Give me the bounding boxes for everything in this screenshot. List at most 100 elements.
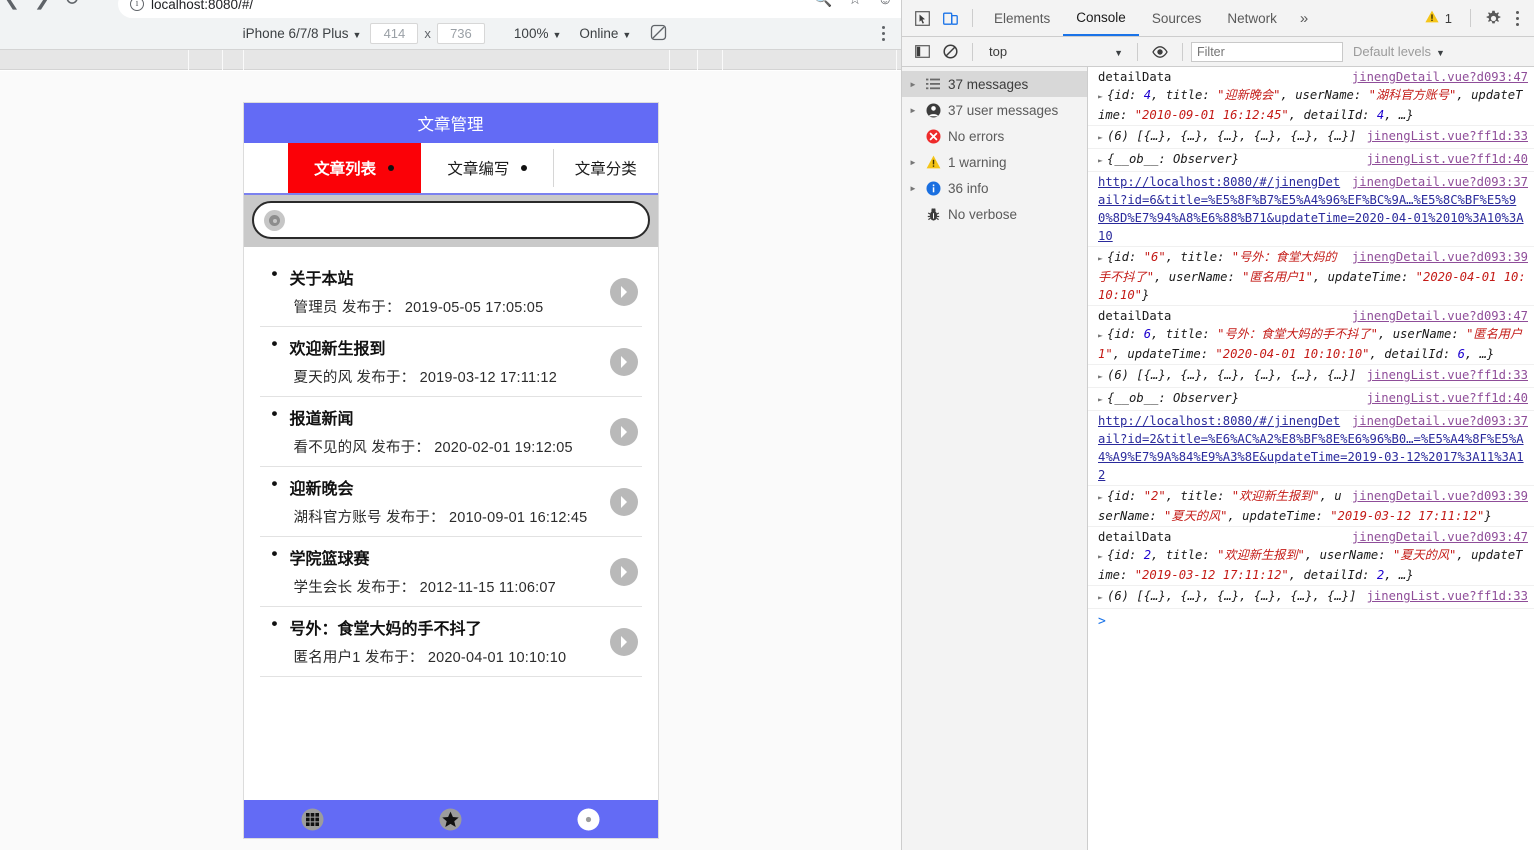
console-filter-input[interactable] [1191, 41, 1343, 62]
log-source-link[interactable]: jinengDetail.vue?d093:47 [1342, 528, 1528, 546]
reload-icon[interactable]: ↻ [64, 0, 80, 9]
console-log-entry[interactable]: jinengList.vue?ff1d:33 ► (6) [{…}, {…}, {… [1088, 126, 1534, 149]
expand-triangle-icon[interactable]: ► [1098, 391, 1107, 409]
expand-triangle-icon[interactable]: ► [1098, 489, 1107, 507]
expand-triangle-icon[interactable]: ► [1098, 152, 1107, 170]
chevron-right-icon[interactable]: ► [908, 106, 918, 115]
sidebar-item-warnings[interactable]: ► 1 warning [902, 149, 1087, 175]
console-log-entry[interactable]: jinengDetail.vue?d093:47 detailData ► {id… [1088, 67, 1534, 126]
device-height-input[interactable]: 736 [436, 23, 485, 44]
sidebar-item-verbose[interactable]: No verbose [902, 201, 1087, 227]
zoom-select[interactable]: 100% ▼ [505, 26, 570, 41]
device-toolbar-menu-icon[interactable] [882, 26, 885, 41]
search-box[interactable] [251, 201, 650, 239]
log-source-link[interactable]: jinengList.vue?ff1d:40 [1357, 150, 1528, 168]
list-item[interactable]: • 迎新晚会 湖科官方账号 发布于： 2010-09-01 16:12:45 [259, 467, 642, 537]
profile-avatar-icon[interactable]: ☺ [878, 0, 893, 8]
search-input[interactable] [292, 212, 638, 228]
console-log-entry[interactable]: jinengList.vue?ff1d:33 ► (6) [{…}, {…}, {… [1088, 365, 1534, 388]
search-icon[interactable]: 🔍 [814, 0, 833, 8]
more-tabs-icon[interactable]: » [1290, 10, 1318, 27]
log-source-link[interactable]: jinengDetail.vue?d093:37 [1342, 412, 1528, 430]
log-object-preview[interactable]: ► {id: 2, title: "欢迎新生报到", userName: "夏天的… [1088, 546, 1534, 584]
kebab-menu-icon[interactable] [1507, 10, 1528, 26]
log-source-link[interactable]: jinengDetail.vue?d093:39 [1342, 487, 1528, 505]
expand-triangle-icon[interactable]: ► [1098, 548, 1107, 566]
clear-console-icon[interactable] [936, 39, 964, 65]
log-source-link[interactable]: jinengDetail.vue?d093:47 [1342, 68, 1528, 86]
list-item[interactable]: • 关于本站 管理员 发布于： 2019-05-05 17:05:05 [259, 257, 642, 327]
console-log-entry[interactable]: jinengDetail.vue?d093:37 http://localhos… [1088, 172, 1534, 247]
console-log-entry[interactable]: jinengList.vue?ff1d:33 ► (6) [{…}, {…}, {… [1088, 586, 1534, 609]
chevron-right-icon[interactable]: ► [908, 184, 918, 193]
tab-console[interactable]: Console [1063, 0, 1139, 36]
console-log-list[interactable]: jinengDetail.vue?d093:47 detailData ► {id… [1088, 67, 1534, 850]
sidebar-item-info[interactable]: ► 36 info [902, 175, 1087, 201]
tab-sources[interactable]: Sources [1139, 0, 1215, 36]
throttling-select[interactable]: Online ▼ [570, 26, 640, 41]
log-levels-select[interactable]: Default levels ▼ [1343, 44, 1455, 59]
warning-count-badge[interactable]: 1 [1425, 10, 1462, 26]
tab-article-category[interactable]: 文章分类 [554, 143, 657, 193]
console-log-entry[interactable]: jinengList.vue?ff1d:40 ► {__ob__: Observe… [1088, 149, 1534, 172]
list-item[interactable]: • 学院篮球赛 学生会长 发布于： 2012-11-15 11:06:07 [259, 537, 642, 607]
back-arrow-icon[interactable]: ❮ [4, 0, 20, 9]
address-bar[interactable]: i localhost:8080/#/ [118, 0, 901, 18]
chevron-right-icon[interactable]: ► [908, 158, 918, 167]
log-source-link[interactable]: jinengList.vue?ff1d:33 [1357, 127, 1528, 145]
console-prompt[interactable]: > [1088, 609, 1534, 631]
tab-elements[interactable]: Elements [981, 0, 1063, 36]
sidebar-item-errors[interactable]: No errors [902, 123, 1087, 149]
chevron-right-icon[interactable]: ► [908, 80, 918, 89]
inspect-element-icon[interactable] [908, 5, 936, 31]
tab-article-write[interactable]: 文章编写 [421, 143, 555, 193]
chevron-right-icon[interactable] [609, 417, 638, 446]
sidebar-item-messages[interactable]: ► 37 messages [902, 71, 1087, 97]
rotate-device-icon[interactable] [650, 24, 667, 44]
info-icon[interactable]: i [130, 0, 144, 11]
expand-triangle-icon[interactable]: ► [1098, 88, 1107, 106]
chevron-right-icon[interactable] [609, 277, 638, 306]
live-expression-icon[interactable] [1146, 39, 1174, 65]
console-log-entry[interactable]: jinengDetail.vue?d093:39 ► {id: "6", titl… [1088, 247, 1534, 306]
log-source-link[interactable]: jinengList.vue?ff1d:33 [1357, 587, 1528, 605]
log-source-link[interactable]: jinengList.vue?ff1d:40 [1357, 389, 1528, 407]
expand-triangle-icon[interactable]: ► [1098, 129, 1107, 147]
log-object-preview[interactable]: ► {id: 4, title: "迎新晚会", userName: "湖科官方账… [1088, 86, 1534, 124]
execution-context-select[interactable]: top ▼ [981, 44, 1129, 59]
log-source-link[interactable]: jinengDetail.vue?d093:37 [1342, 173, 1528, 191]
console-log-entry[interactable]: jinengDetail.vue?d093:47 detailData ► {id… [1088, 527, 1534, 586]
list-item[interactable]: • 号外：食堂大妈的手不抖了 匿名用户1 发布于： 2020-04-01 10:… [259, 607, 642, 677]
chevron-right-icon[interactable] [609, 487, 638, 516]
gear-settings-icon[interactable] [1479, 5, 1507, 31]
gear-settings-icon[interactable] [577, 807, 600, 831]
console-log-entry[interactable]: jinengDetail.vue?d093:47 detailData ► {id… [1088, 306, 1534, 365]
bookmark-star-icon[interactable]: ☆ [848, 0, 861, 8]
log-object-preview[interactable]: ► {id: 6, title: "号外：食堂大妈的手不抖了", userName… [1088, 325, 1534, 363]
expand-triangle-icon[interactable]: ► [1098, 250, 1107, 268]
expand-triangle-icon[interactable]: ► [1098, 327, 1107, 345]
chevron-right-icon[interactable] [609, 557, 638, 586]
star-icon[interactable] [439, 808, 462, 831]
toggle-console-sidebar-icon[interactable] [908, 39, 936, 65]
chevron-right-icon[interactable] [609, 347, 638, 376]
toggle-device-toolbar-icon[interactable] [936, 5, 964, 31]
tab-network[interactable]: Network [1214, 0, 1290, 36]
sidebar-item-user-messages[interactable]: ► 37 user messages [902, 97, 1087, 123]
list-item[interactable]: • 欢迎新生报到 夏天的风 发布于： 2019-03-12 17:11:12 [259, 327, 642, 397]
expand-triangle-icon[interactable]: ► [1098, 589, 1107, 607]
console-log-entry[interactable]: jinengDetail.vue?d093:39 ► {id: "2", titl… [1088, 486, 1534, 527]
expand-triangle-icon[interactable]: ► [1098, 368, 1107, 386]
console-log-entry[interactable]: jinengList.vue?ff1d:40 ► {__ob__: Observe… [1088, 388, 1534, 411]
list-item[interactable]: • 报道新闻 看不见的风 发布于： 2020-02-01 19:12:05 [259, 397, 642, 467]
tab-article-list[interactable]: 文章列表 [287, 143, 421, 193]
device-width-input[interactable]: 414 [370, 23, 419, 44]
apps-grid-icon[interactable] [301, 808, 324, 831]
log-source-link[interactable]: jinengDetail.vue?d093:47 [1342, 307, 1528, 325]
log-source-link[interactable]: jinengList.vue?ff1d:33 [1357, 366, 1528, 384]
log-source-link[interactable]: jinengDetail.vue?d093:39 [1342, 248, 1528, 266]
forward-arrow-icon[interactable]: ❯ [34, 0, 50, 9]
console-log-entry[interactable]: jinengDetail.vue?d093:37 http://localhos… [1088, 411, 1534, 486]
chevron-right-icon[interactable] [609, 627, 638, 656]
device-select[interactable]: iPhone 6/7/8 Plus ▼ [234, 26, 371, 41]
